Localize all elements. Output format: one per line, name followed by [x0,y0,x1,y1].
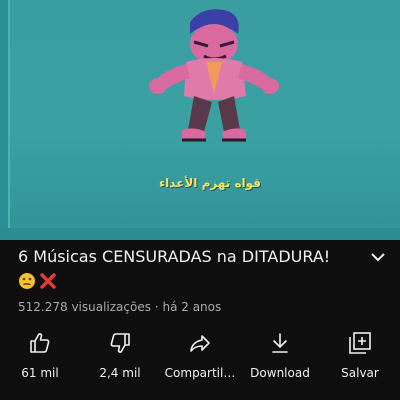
save-button[interactable]: Salvar [323,330,397,380]
dislike-button[interactable]: 2,4 mil [83,330,157,380]
download-icon [267,330,293,356]
like-button[interactable]: 61 mil [3,330,77,380]
video-title[interactable]: 6 Músicas CENSURADAS na DITADURA! [18,246,358,268]
video-frame: قواه تهزم الأعداء [8,0,400,230]
meta-separator: · [154,300,159,314]
video-caption: قواه تهزم الأعداء [158,176,262,190]
upload-age: há 2 anos [162,300,222,314]
dislike-count: 2,4 mil [99,366,141,380]
video-frame-border [0,228,400,240]
video-meta[interactable]: 512.278 visualizações · há 2 anos [18,300,221,314]
video-title-text: 6 Músicas CENSURADAS na DITADURA! [18,247,331,266]
chevron-down-icon[interactable] [370,250,386,264]
share-label: Compartil… [164,366,236,380]
cartoon-character-image [149,9,279,142]
action-bar: 61 mil 2,4 mil Compartil… Download Salva… [0,330,400,390]
share-button[interactable]: Compartil… [163,330,237,380]
thumbs-up-icon [27,330,53,356]
save-label: Salvar [341,366,379,380]
download-button[interactable]: Download [243,330,317,380]
confused-face-icon [19,273,35,289]
title-emojis [18,270,57,292]
share-icon [187,330,213,356]
thumbs-down-icon [107,330,133,356]
view-count: 512.278 visualizações [18,300,151,314]
cross-mark-icon [40,273,56,289]
like-count: 61 mil [21,366,59,380]
video-player[interactable]: قواه تهزم الأعداء [0,0,400,240]
save-to-playlist-icon [347,330,373,356]
download-label: Download [250,366,310,380]
youtube-watch-screen: قواه تهزم الأعداء 6 Músicas CENSURADAS n… [0,0,400,400]
